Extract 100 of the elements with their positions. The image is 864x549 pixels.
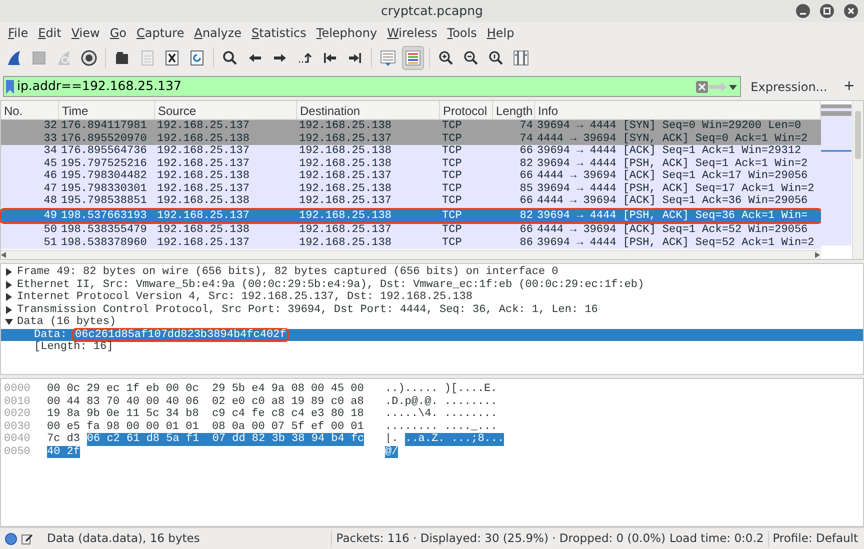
edit-icon[interactable] bbox=[21, 532, 33, 544]
table-cell-text: 192.168.25.138 bbox=[298, 210, 392, 222]
zoom-out-icon[interactable] bbox=[462, 49, 480, 67]
menu-item[interactable]: File bbox=[3, 24, 34, 42]
menu-item[interactable]: Edit bbox=[33, 24, 66, 42]
table-cell-text: TCP bbox=[441, 120, 463, 132]
expression-button[interactable]: Expression... bbox=[744, 78, 834, 96]
ascii-text: ..a.Z. ...;8... bbox=[405, 433, 504, 446]
ascii-text: ........ ...._... bbox=[385, 420, 498, 433]
collapsed-arrow-icon[interactable] bbox=[4, 280, 14, 290]
menu-item[interactable]: Tools bbox=[442, 24, 482, 42]
column-header[interactable]: Destination bbox=[297, 101, 440, 119]
expanded-arrow-icon[interactable] bbox=[4, 317, 14, 328]
colored-lines-icon[interactable] bbox=[404, 49, 422, 67]
packet-row[interactable]: 32 176.894117981 192.168.25.137 192.168.25.138 TCP 74 39694 → 4444 [SYN] Seq=0 Win=29200 Len=0 bbox=[1, 120, 821, 132]
zoom-in-icon[interactable] bbox=[437, 49, 455, 67]
scroll-lines-icon[interactable] bbox=[379, 49, 397, 67]
shark-fin-icon[interactable] bbox=[5, 49, 23, 67]
table-cell-text: 82 bbox=[518, 210, 534, 222]
column-header[interactable]: Time bbox=[59, 101, 155, 119]
packet-row[interactable]: 51 198.538378960 192.168.25.137 192.168.25.138 TCP 86 39694 → 4444 [PSH, ACK] Seq=52 Ack=1 Win=2 bbox=[1, 236, 821, 249]
minimize-button[interactable] bbox=[796, 4, 810, 18]
filter-input[interactable]: ip.addr==192.168.25.137 bbox=[14, 77, 696, 96]
table-cell-text: 51 bbox=[42, 236, 58, 249]
packet-row[interactable]: 47 195.798330301 192.168.25.137 192.168.25.138 TCP 85 39694 → 4444 [PSH, ACK] Seq=17 Ack=1 Win=2 bbox=[1, 182, 821, 195]
menu-item[interactable]: Help bbox=[482, 24, 520, 42]
packet-row[interactable]: 33 176.895520970 192.168.25.138 192.168.25.137 TCP 74 4444 → 39694 [SYN, ACK] Seq=0 Ack=1 Win=2 bbox=[1, 132, 821, 145]
add-filter-button[interactable]: + bbox=[837, 76, 861, 97]
horizontal-scrollbar[interactable] bbox=[1, 250, 821, 259]
table-cell-text: TCP bbox=[441, 145, 463, 158]
table-cell-text: 192.168.25.138 bbox=[298, 120, 392, 132]
right-arrow-icon[interactable] bbox=[815, 252, 821, 258]
column-header[interactable]: Source bbox=[155, 101, 297, 119]
collapsed-arrow-icon[interactable] bbox=[4, 304, 14, 315]
profile-label[interactable]: Profile: Default bbox=[772, 530, 858, 548]
clear-icon[interactable] bbox=[696, 80, 708, 92]
filter-field[interactable]: ip.addr==192.168.25.137 bbox=[3, 76, 741, 97]
zoom-reset-icon[interactable] bbox=[487, 49, 505, 67]
collapsed-arrow-icon[interactable] bbox=[4, 292, 14, 302]
packet-row[interactable]: 45 195.797525216 192.168.25.137 192.168.25.138 TCP 82 39694 → 4444 [PSH, ACK] Seq=1 Ack=1 Win=2 bbox=[1, 158, 821, 170]
packet-row[interactable]: 50 198.538355479 192.168.25.138 192.168.25.137 TCP 66 4444 → 39694 [ACK] Seq=1 Ack=52 Win=29056 bbox=[1, 224, 821, 236]
column-header[interactable]: No. bbox=[1, 101, 59, 119]
table-cell-text: 195.797525216 bbox=[60, 158, 148, 170]
search-icon[interactable] bbox=[221, 49, 239, 67]
tree-row[interactable]: Frame 49: 82 bytes on wire (656 bits), 82 bytes captured (656 bits) on interface 0 bbox=[1, 266, 863, 278]
packet-row[interactable]: 46 195.798304482 192.168.25.138 192.168.25.137 TCP 66 4444 → 39694 [ACK] Seq=1 Ack=17 Win=29056 bbox=[1, 170, 821, 182]
table-cell-text: 85 bbox=[518, 182, 534, 195]
table-cell-text: TCP bbox=[441, 158, 463, 170]
menu-item[interactable]: View bbox=[66, 24, 105, 42]
tree-text: Internet Protocol Version 4, Src: 192.168.25.137, Dst: 192.168.25.138 bbox=[17, 291, 472, 304]
left-arrow-icon[interactable] bbox=[1, 252, 7, 258]
table-cell-text: 48 bbox=[42, 195, 58, 208]
hex-bytes: 40 2f bbox=[47, 446, 80, 458]
tree-row[interactable]: Ethernet II, Src: Vmware_5b:e4:9a (00:0c:29:5b:e4:9a), Dst: Vmware_ec:1f:eb (00:0c:29:ec:1f:eb) bbox=[1, 278, 863, 291]
table-cell-text: 33 bbox=[42, 132, 58, 145]
table-cell-text: 45 bbox=[42, 158, 58, 170]
tree-row[interactable]: Transmission Control Protocol, Src Port: 39694, Dst Port: 4444, Seq: 36, Ack: 1, Len: 16 bbox=[1, 304, 863, 316]
hex-bytes: 00 e5 fa 98 00 00 01 01 08 0a 00 07 5f ef 00 01 bbox=[47, 420, 364, 433]
column-header[interactable]: Length bbox=[493, 101, 535, 119]
packet-row[interactable]: 34 176.895564736 192.168.25.137 192.168.25.138 TCP 66 39694 → 4444 [ACK] Seq=1 Ack=1 Win=29312 bbox=[1, 145, 821, 158]
tree-row[interactable]: Data: 06c261d85af107dd823b3894b4fc402f bbox=[1, 328, 863, 341]
hex-bytes: 00 44 83 70 40 00 40 06 02 e0 c0 a8 19 89 c0 a8 bbox=[47, 396, 364, 408]
tree-row[interactable]: Data (16 bytes) bbox=[1, 316, 863, 328]
tree-row[interactable]: [Length: 16] bbox=[1, 341, 863, 354]
column-header[interactable]: Protocol bbox=[440, 101, 493, 119]
table-cell-text: 176.895564736 bbox=[60, 145, 148, 158]
tree-row[interactable]: Internet Protocol Version 4, Src: 192.168.25.137, Dst: 192.168.25.138 bbox=[1, 291, 863, 304]
collapsed-arrow-icon[interactable] bbox=[4, 267, 14, 278]
table-cell-text: 39694 → 4444 [PSH, ACK] Seq=52 Ack=1 Win=2 bbox=[536, 236, 816, 249]
reload-icon[interactable] bbox=[188, 49, 206, 67]
hex-bytes: 00 0c 29 ec 1f eb 00 0c 29 5b e4 9a 08 00 45 00 bbox=[47, 383, 364, 396]
bookmark-icon[interactable] bbox=[6, 80, 14, 94]
menu-item[interactable]: Analyze bbox=[189, 24, 247, 42]
gear-icon[interactable] bbox=[80, 49, 98, 67]
table-cell-text: 192.168.25.138 bbox=[298, 145, 392, 158]
vertical-scrollbar[interactable] bbox=[852, 101, 863, 259]
packet-row[interactable]: 49 198.537663193 192.168.25.137 192.168.25.138 TCP 82 39694 → 4444 [PSH, ACK] Seq=36 Ack=1 Win= bbox=[1, 210, 821, 222]
menu-item[interactable]: Wireless bbox=[382, 24, 442, 42]
table-cell-text: 192.168.25.137 bbox=[298, 132, 392, 145]
menu-item[interactable]: Statistics bbox=[246, 24, 312, 42]
status-circle-icon[interactable] bbox=[5, 532, 17, 544]
table-cell-text: 192.168.25.137 bbox=[298, 224, 392, 236]
folder-icon[interactable] bbox=[113, 49, 131, 67]
column-resize-icon[interactable] bbox=[512, 49, 530, 67]
table-cell-text: 66 bbox=[518, 224, 534, 236]
table-cell-text: 74 bbox=[518, 132, 534, 145]
maximize-button[interactable] bbox=[820, 4, 834, 18]
packet-row[interactable]: 48 195.798538851 192.168.25.138 192.168.25.137 TCP 66 4444 → 39694 [ACK] Seq=1 Ack=36 Win=29056 bbox=[1, 195, 821, 208]
close-button[interactable] bbox=[844, 4, 858, 18]
table-cell-text: 66 bbox=[518, 170, 534, 182]
offset-label: 0050 bbox=[3, 446, 32, 458]
hex-bytes: 7c d3 bbox=[47, 433, 80, 446]
table-cell-text: TCP bbox=[441, 195, 463, 208]
menu-item[interactable]: Telephony bbox=[311, 24, 382, 42]
document-close-icon[interactable] bbox=[163, 49, 181, 67]
menu-item[interactable]: Capture bbox=[131, 24, 190, 42]
table-cell-text: 4444 → 39694 [ACK] Seq=1 Ack=17 Win=29056 bbox=[536, 170, 809, 182]
table-cell-text: TCP bbox=[441, 210, 463, 222]
menu-item[interactable]: Go bbox=[104, 24, 132, 42]
table-cell-text: TCP bbox=[441, 236, 463, 249]
